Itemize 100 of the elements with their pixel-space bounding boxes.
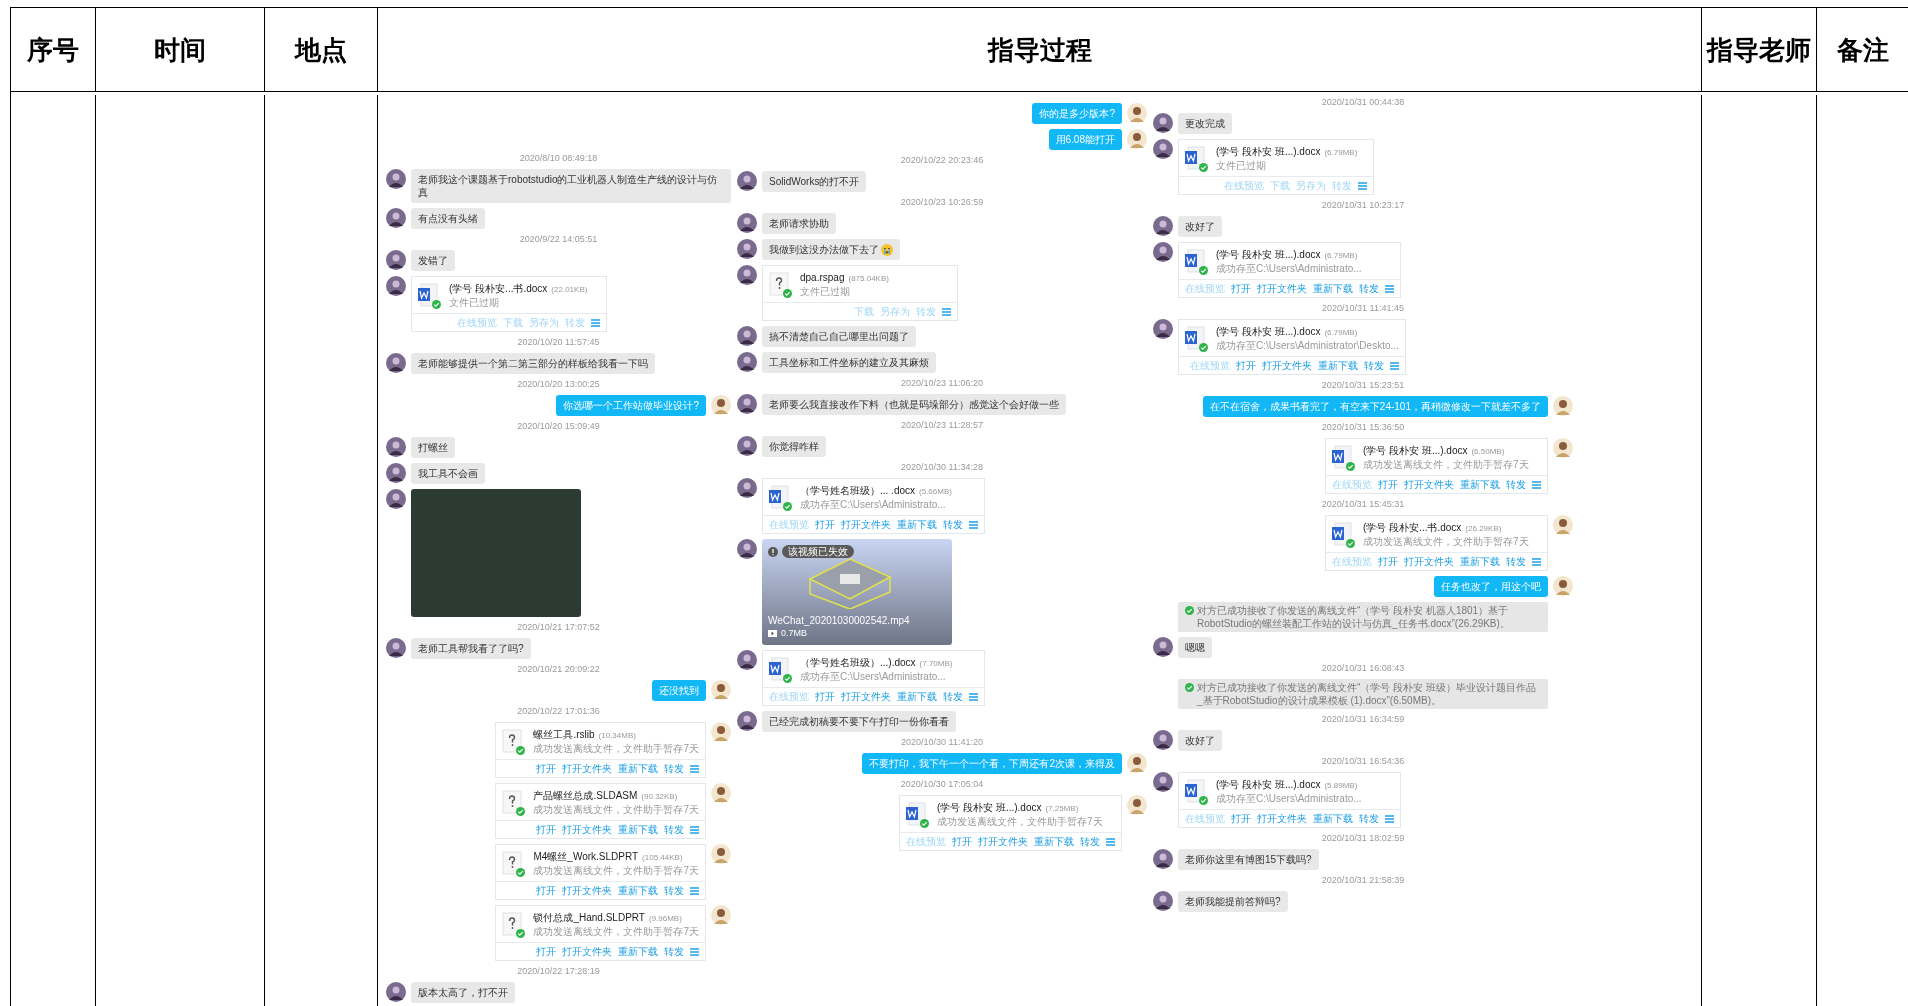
file-action-link[interactable]: 转发	[1359, 812, 1379, 825]
file-action-link[interactable]: 转发	[1506, 478, 1526, 491]
file-action-link[interactable]: 打开文件夹	[1257, 812, 1307, 825]
file-action-link[interactable]: 打开文件夹	[841, 518, 891, 531]
file-action-link[interactable]: 转发	[1080, 835, 1100, 848]
check-icon	[1185, 606, 1194, 615]
file-action-link[interactable]: 打开	[1378, 478, 1398, 491]
file-action-link[interactable]: 打开文件夹	[562, 762, 612, 775]
timestamp: 2020/10/20 13:00:25	[517, 379, 600, 390]
menu-icon[interactable]	[1532, 557, 1541, 566]
file-action-link[interactable]: 重新下载	[1313, 282, 1353, 295]
file-action-link[interactable]: 转发	[1359, 282, 1379, 295]
timestamp: 2020/10/23 11:06:20	[901, 378, 983, 389]
file-name: (学号 段朴安 班...).docx	[1216, 325, 1321, 338]
file-action-link[interactable]: 重新下载	[1460, 478, 1500, 491]
file-action-link[interactable]: 转发	[664, 945, 684, 958]
timestamp: 2020/10/31 00:44:38	[1321, 97, 1405, 108]
check-icon	[1185, 683, 1194, 692]
menu-icon[interactable]	[591, 318, 600, 327]
message-text: 改好了	[1185, 220, 1215, 233]
file-action-link[interactable]: 打开文件夹	[562, 823, 612, 836]
check-icon	[1346, 462, 1355, 471]
avatar	[1153, 319, 1173, 339]
file-size: (9.96MB)	[648, 913, 682, 925]
avatar	[1153, 730, 1173, 750]
menu-icon[interactable]	[1106, 837, 1115, 846]
file-action-link[interactable]: 打开	[1378, 555, 1398, 568]
file-action-link[interactable]: 转发	[664, 884, 684, 897]
menu-icon[interactable]	[969, 692, 978, 701]
avatar	[386, 638, 406, 658]
file-action-link[interactable]: 重新下载	[618, 823, 658, 836]
notice-text: 对方已成功接收了你发送的离线文件“（学号 段朴安 机器人1801）基于RobotStudio的螺丝装配工作站的设计与仿真_任务书.docx”(26.29KB)。	[1197, 604, 1511, 630]
file-action-link[interactable]: 打开	[1231, 282, 1251, 295]
file-action-link[interactable]: 打开	[536, 945, 556, 958]
menu-icon[interactable]	[1532, 480, 1541, 489]
menu-icon[interactable]	[690, 825, 699, 834]
file-action-link[interactable]: 转发	[664, 762, 684, 775]
message-text: 老师我能提前答辩吗?	[1185, 895, 1281, 908]
file-status: 成功发送离线文件，文件助手暂存7天	[533, 925, 699, 938]
message-text: 工具坐标和工件坐标的建立及其麻烦	[769, 356, 929, 369]
menu-icon[interactable]	[690, 947, 699, 956]
file-action-link[interactable]: 重新下载	[618, 945, 658, 958]
avatar	[711, 395, 731, 415]
file-action-link[interactable]: 打开文件夹	[1404, 555, 1454, 568]
message-text: 你的是多少版本?	[1039, 107, 1115, 120]
message-text: 打螺丝	[418, 441, 448, 454]
file-action-link[interactable]: 打开	[952, 835, 972, 848]
word-document-icon	[906, 802, 928, 828]
file-action-link[interactable]: 重新下载	[1317, 359, 1358, 372]
file-action-link[interactable]: 打开	[815, 518, 835, 531]
video-thumbnail[interactable]: 该视频已失效 WeChat_20201030002542.mp4 0.7MB	[762, 539, 952, 645]
file-action-link[interactable]: 打开文件夹	[1257, 282, 1307, 295]
menu-icon[interactable]	[1385, 814, 1394, 823]
file-name: (学号 段朴安 班...).docx	[1216, 145, 1321, 158]
file-action-link[interactable]: 打开文件夹	[562, 945, 612, 958]
avatar	[737, 326, 757, 346]
file-action-link[interactable]: 打开文件夹	[1404, 478, 1454, 491]
file-action-link[interactable]: 转发	[943, 690, 963, 703]
menu-icon[interactable]	[690, 764, 699, 773]
avatar	[1153, 772, 1173, 792]
file-action-link[interactable]: 重新下载	[618, 884, 658, 897]
file-action-link[interactable]: 打开文件夹	[978, 835, 1028, 848]
file-action-link[interactable]: 打开	[536, 823, 556, 836]
file-action-link[interactable]: 转发	[1506, 555, 1526, 568]
video-size: 0.7MB	[781, 627, 807, 639]
message-text: 你选哪一个工作站做毕业设计?	[563, 399, 699, 412]
file-action-link[interactable]: 打开	[1235, 359, 1256, 372]
file-action-link[interactable]: 打开文件夹	[562, 884, 612, 897]
unknown-file-icon	[502, 851, 525, 877]
menu-icon[interactable]	[1358, 181, 1367, 190]
file-size: (875.04KB)	[848, 273, 889, 285]
message-text: 已经完成初稿要不要下午打印一份你看看	[769, 715, 949, 728]
file-action-link[interactable]: 打开	[815, 690, 835, 703]
avatar	[711, 722, 731, 742]
file-size: (6.79MB)	[1324, 250, 1358, 262]
file-action-link[interactable]: 打开	[536, 884, 556, 897]
file-action-link[interactable]: 打开	[1231, 812, 1251, 825]
menu-icon[interactable]	[690, 886, 699, 895]
file-action-link[interactable]: 重新下载	[1460, 555, 1500, 568]
file-action-link[interactable]: 打开文件夹	[841, 690, 891, 703]
file-action-link[interactable]: 重新下载	[897, 690, 937, 703]
file-action-link[interactable]: 转发	[943, 518, 963, 531]
file-name: dpa.rspag	[800, 271, 845, 284]
file-action-link[interactable]: 转发	[664, 823, 684, 836]
timestamp: 2020/10/30 11:41:20	[901, 737, 983, 748]
timestamp: 2020/10/30 17:05:04	[900, 779, 984, 790]
menu-icon[interactable]	[969, 520, 978, 529]
file-action-link[interactable]: 重新下载	[1313, 812, 1353, 825]
menu-icon[interactable]	[1385, 284, 1394, 293]
file-action-link[interactable]: 重新下载	[1034, 835, 1074, 848]
file-action-link[interactable]: 转发	[1363, 359, 1384, 372]
menu-icon[interactable]	[1389, 361, 1399, 370]
video-expired-badge: 该视频已失效	[782, 545, 854, 558]
file-action-link[interactable]: 打开文件夹	[1261, 359, 1312, 372]
file-action-link[interactable]: 重新下载	[618, 762, 658, 775]
avatar	[737, 436, 757, 456]
file-action-link[interactable]: 打开	[536, 762, 556, 775]
file-action-link[interactable]: 重新下载	[897, 518, 937, 531]
menu-icon[interactable]	[942, 307, 951, 316]
file-size: (90.32KB)	[641, 791, 678, 803]
